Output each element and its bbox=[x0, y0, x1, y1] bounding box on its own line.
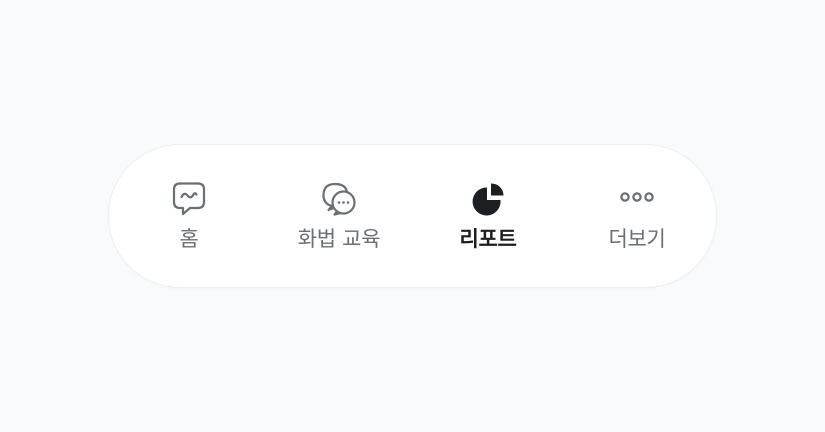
tab-report-label: 리포트 bbox=[459, 227, 517, 251]
pie-chart-icon bbox=[468, 178, 508, 218]
page: 홈 화법 교육 리포트 더보기 bbox=[0, 0, 825, 432]
chat-wave-icon bbox=[169, 178, 209, 218]
tab-home-label: 홈 bbox=[179, 227, 199, 251]
more-dots-icon bbox=[617, 178, 657, 218]
tab-home[interactable]: 홈 bbox=[114, 145, 264, 289]
tab-more[interactable]: 더보기 bbox=[562, 145, 712, 289]
tab-speech-training-label: 화법 교육 bbox=[297, 227, 381, 251]
chat-bubbles-icon bbox=[319, 178, 359, 218]
tab-speech-training[interactable]: 화법 교육 bbox=[264, 145, 414, 289]
tab-report[interactable]: 리포트 bbox=[413, 145, 563, 289]
tab-more-label: 더보기 bbox=[608, 227, 666, 251]
bottom-tab-bar: 홈 화법 교육 리포트 더보기 bbox=[108, 144, 717, 288]
